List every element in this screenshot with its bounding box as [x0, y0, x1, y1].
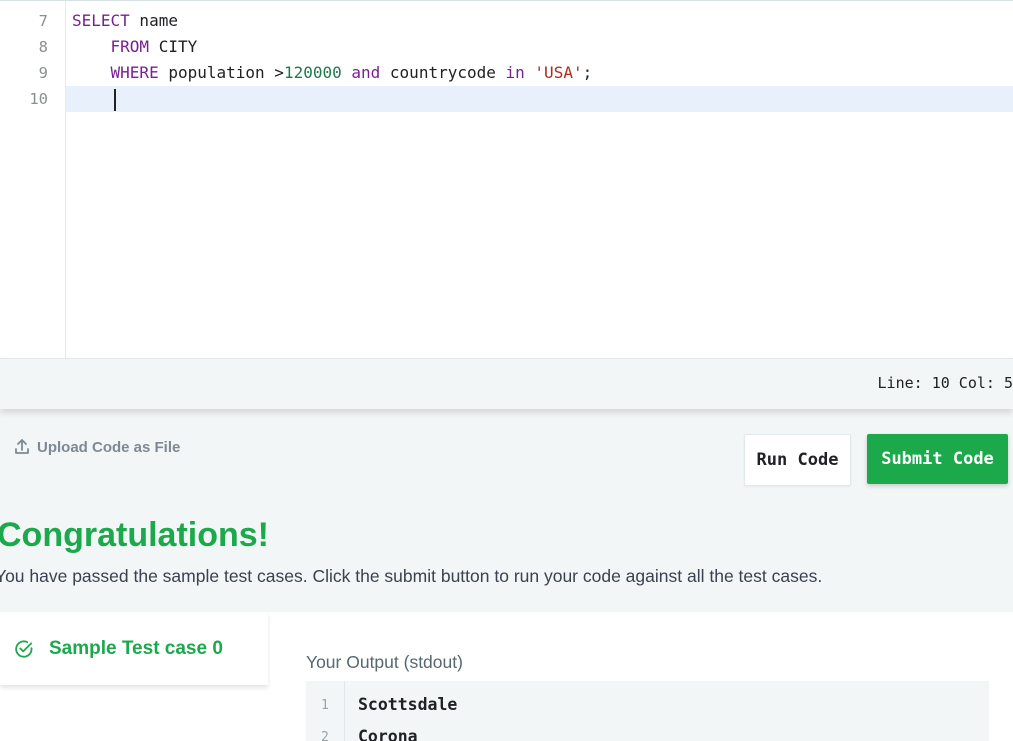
output-line: Scottsdale	[358, 695, 458, 714]
output-title: Your Output (stdout)	[306, 652, 463, 672]
check-circle-icon	[15, 640, 33, 658]
line-number-gutter: 7 8 9 10	[0, 1, 66, 359]
editor-status-bar: Line: 10 Col: 5	[0, 358, 1013, 409]
upload-code-label: Upload Code as File	[37, 438, 181, 456]
code-token: and	[351, 63, 381, 82]
code-token: name	[129, 11, 178, 30]
code-token: in	[505, 63, 525, 82]
stdout-box: 1 2 Scottsdale Corona	[306, 681, 989, 741]
code-token: 120000	[283, 63, 342, 82]
output-line: Corona	[358, 727, 418, 741]
code-token: 'USA'	[534, 63, 583, 82]
code-line[interactable]: FROM CITY	[72, 34, 198, 60]
text-cursor	[114, 89, 116, 111]
code-token: ;	[582, 63, 593, 82]
code-line[interactable]	[72, 86, 111, 112]
submit-code-button[interactable]: Submit Code	[867, 434, 1008, 484]
upload-code-button[interactable]: Upload Code as File	[14, 438, 180, 456]
tab-sample-test-case-0[interactable]: Sample Test case 0	[0, 612, 268, 685]
line-number: 8	[38, 38, 48, 56]
active-line-highlight	[66, 86, 1013, 112]
line-number: 10	[29, 90, 48, 108]
line-number: 9	[38, 64, 48, 82]
code-line[interactable]: WHERE population >120000 and countrycode…	[72, 60, 593, 86]
upload-icon	[15, 439, 29, 454]
run-code-button[interactable]: Run Code	[744, 434, 851, 486]
output-line-number: 2	[321, 730, 329, 741]
cursor-position: Line: 10 Col: 5	[877, 374, 1013, 392]
code-editor[interactable]: 7 8 9 10 SELECT name FROM CITY WHERE pop…	[0, 0, 1013, 359]
code-token: countrycode	[380, 63, 506, 82]
output-gutter: 1 2	[306, 681, 345, 741]
result-title: Congratulations!	[0, 516, 269, 554]
output-line-number: 1	[321, 698, 329, 713]
code-token: WHERE	[110, 63, 159, 82]
code-token: FROM	[110, 37, 150, 56]
testcase-label: Sample Test case 0	[49, 637, 223, 659]
code-token: population >	[158, 63, 284, 82]
code-line[interactable]: SELECT name	[72, 8, 178, 34]
code-token: SELECT	[72, 11, 130, 30]
result-message: You have passed the sample test cases. C…	[0, 566, 823, 586]
code-token: CITY	[149, 37, 198, 56]
line-number: 7	[38, 12, 48, 30]
